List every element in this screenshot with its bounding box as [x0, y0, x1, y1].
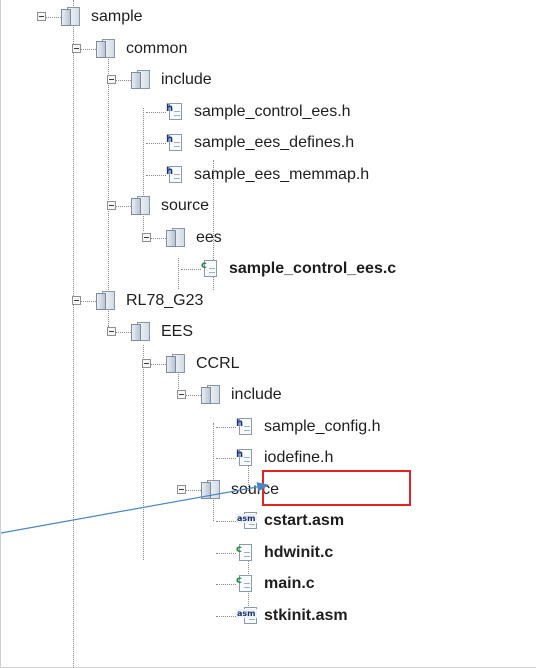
tree-item-sample-control-ees-c[interactable]: c sample_control_ees.c [1, 254, 536, 284]
tree-connector [216, 458, 236, 459]
collapse-toggle-icon[interactable] [37, 12, 46, 21]
collapse-toggle-icon[interactable] [142, 232, 151, 242]
folder-icon [96, 38, 118, 59]
tree-item-label: include [231, 386, 282, 403]
folder-icon [201, 479, 223, 500]
tree-item-label: hdwinit.c [264, 543, 334, 561]
asm-source-file-icon: asm [236, 606, 262, 625]
c-source-file-icon: c [236, 575, 253, 593]
folder-icon [61, 7, 83, 27]
collapse-toggle-icon[interactable] [107, 201, 116, 210]
tree-item-ccrl[interactable]: CCRL [1, 349, 536, 379]
tree-panel: sample common include h sample_control_ees.h… [0, 0, 536, 668]
tree-item-label: EES [161, 323, 194, 340]
tree-item-sample-ees-defines-h[interactable]: h sample_ees_defines.h [1, 128, 536, 158]
tree-item-rl78-g23[interactable]: RL78_G23 [1, 286, 536, 316]
tree-item-label: include [161, 71, 212, 88]
folder-icon [96, 290, 118, 311]
tree-item-stkinit-asm[interactable]: asm stkinit.asm [1, 601, 536, 631]
tree-item-label: ees [196, 228, 222, 246]
tree-connector [146, 174, 166, 176]
tree-item-label: sample_ees_memmap.h [194, 165, 370, 183]
collapse-toggle-icon[interactable] [72, 295, 81, 305]
tree-item-label: iodefine.h [264, 449, 334, 466]
tree-connector [181, 269, 201, 270]
collapse-toggle-icon[interactable] [142, 358, 151, 368]
tree-item-sample-config-h[interactable]: h sample_config.h [1, 412, 536, 442]
collapse-toggle-icon[interactable] [177, 390, 186, 399]
folder-icon [166, 353, 188, 374]
collapse-toggle-icon[interactable] [107, 327, 116, 336]
tree-item-label: sample_config.h [264, 417, 381, 435]
folder-icon [201, 385, 223, 405]
tree-item-ees[interactable]: EES [1, 317, 536, 347]
tree-item-label: source [161, 197, 210, 214]
tree-item-source[interactable]: source [1, 191, 536, 221]
tree-item-label: sample [91, 8, 143, 25]
highlight-box [262, 470, 411, 506]
folder-icon [131, 322, 153, 342]
tree-item-cstart-asm[interactable]: asm cstart.asm [1, 506, 536, 536]
tree-item-include[interactable]: include [1, 65, 536, 95]
folder-icon [131, 70, 153, 90]
collapse-toggle-icon[interactable] [177, 484, 186, 494]
tree-item-iodefine-h[interactable]: h iodefine.h [1, 443, 536, 473]
c-source-file-icon: c [201, 260, 218, 278]
tree-item-common[interactable]: common [1, 34, 536, 64]
tree-connector [216, 615, 236, 617]
header-file-icon: h [166, 165, 183, 184]
tree-connector [146, 143, 166, 144]
tree-item-label: cstart.asm [264, 512, 345, 529]
collapse-toggle-icon[interactable] [107, 75, 116, 84]
tree-item-label: sample_control_ees.c [229, 260, 397, 277]
header-file-icon: h [166, 134, 183, 152]
project-tree: sample common include h sample_control_ees.h… [1, 0, 536, 668]
tree-item-label: sample_control_ees.h [194, 102, 351, 120]
asm-source-file-icon: asm [236, 512, 262, 530]
tree-item-hdwinit-c[interactable]: c hdwinit.c [1, 538, 536, 568]
folder-icon [131, 196, 153, 216]
tree-item-ees[interactable]: ees [1, 223, 536, 253]
tree-item-label: CCRL [196, 354, 240, 372]
folder-icon [166, 227, 188, 248]
tree-connector [216, 521, 236, 522]
tree-item-sample-ees-memmap-h[interactable]: h sample_ees_memmap.h [1, 160, 536, 190]
header-file-icon: h [166, 102, 183, 121]
c-source-file-icon: c [236, 543, 253, 562]
tree-item-label: sample_ees_defines.h [194, 134, 355, 151]
tree-connector [216, 552, 236, 554]
tree-item-sample[interactable]: sample [1, 2, 536, 32]
tree-item-label: common [126, 39, 188, 57]
tree-item-label: stkinit.asm [264, 606, 348, 624]
tree-item-include[interactable]: include [1, 380, 536, 410]
collapse-toggle-icon[interactable] [72, 43, 81, 53]
tree-item-sample-control-ees-h[interactable]: h sample_control_ees.h [1, 97, 536, 127]
tree-connector [216, 426, 236, 428]
header-file-icon: h [236, 449, 253, 467]
tree-connector [216, 584, 236, 585]
tree-item-label: main.c [264, 575, 315, 592]
tree-item-main-c[interactable]: c main.c [1, 569, 536, 599]
tree-item-label: RL78_G23 [126, 291, 204, 309]
header-file-icon: h [236, 417, 253, 436]
tree-connector [146, 111, 166, 113]
